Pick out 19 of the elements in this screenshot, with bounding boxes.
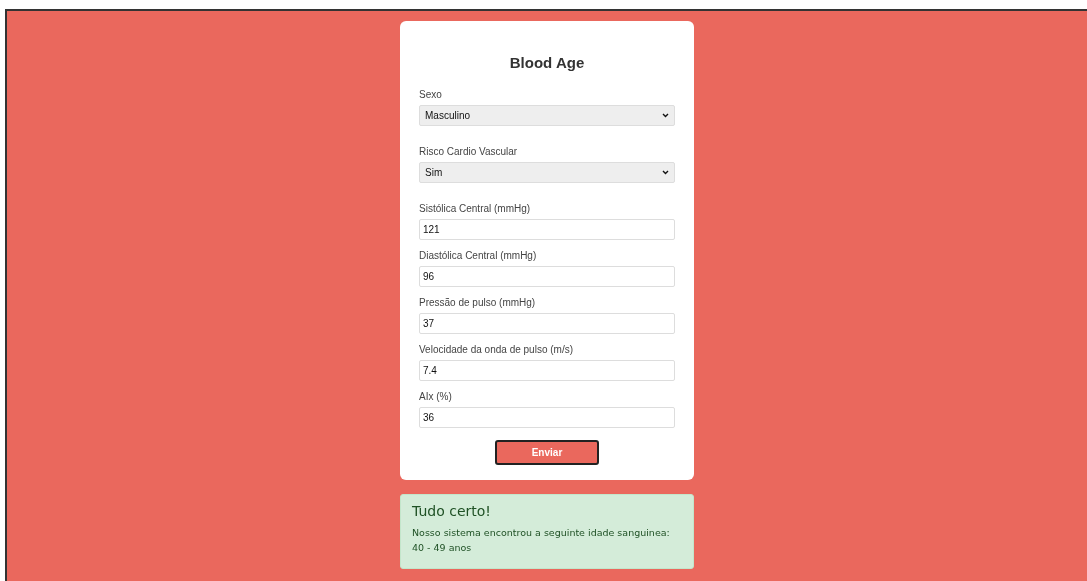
field-label: Sexo <box>419 89 443 100</box>
input-field[interactable]: 36 <box>419 407 675 428</box>
field-label: AIx (%) <box>419 391 453 402</box>
input-field[interactable]: 37 <box>419 313 675 334</box>
select-field[interactable]: Masculino <box>419 105 675 126</box>
select-field[interactable]: Sim <box>419 162 675 183</box>
field-label: Diastólica Central (mmHg) <box>419 250 538 261</box>
input-field[interactable]: 121 <box>419 219 675 240</box>
field-label: Pressão de pulso (mmHg) <box>419 297 537 308</box>
chevron-down-icon <box>662 170 669 175</box>
field-label: Velocidade da onda de pulso (m/s) <box>419 344 574 355</box>
field-label: Risco Cardio Vascular <box>419 146 519 157</box>
field-label: Sistólica Central (mmHg) <box>419 203 532 214</box>
input-field[interactable]: 96 <box>419 266 675 287</box>
alert-title: Tudo certo! <box>412 503 492 519</box>
alert-message: Nosso sistema encontrou a seguinte idade sanguinea: 40 - 49 anos <box>412 526 671 555</box>
input-field[interactable]: 7.4 <box>419 360 675 381</box>
chevron-down-icon <box>662 113 669 118</box>
form-title: Blood Age <box>508 54 586 71</box>
